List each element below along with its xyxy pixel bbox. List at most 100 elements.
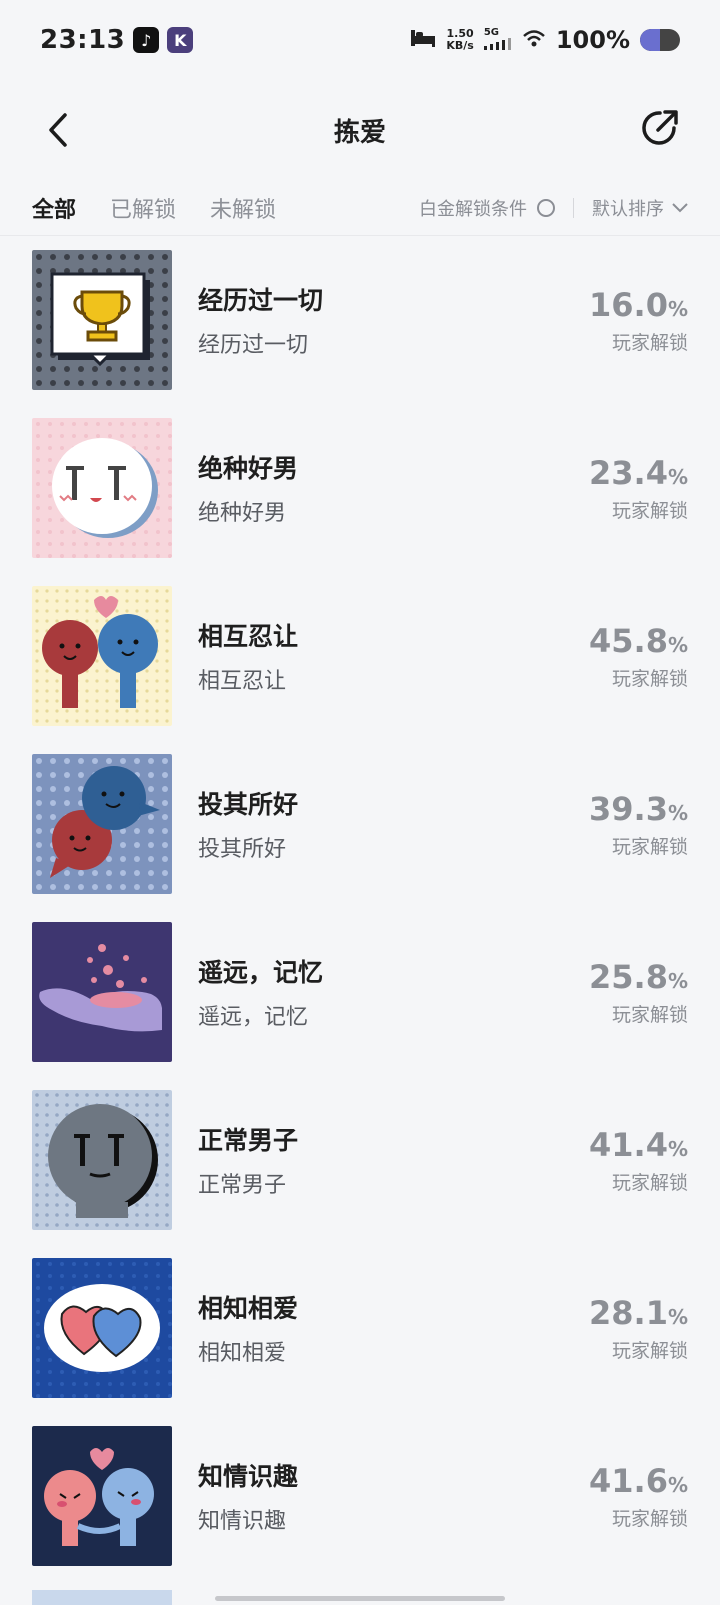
percent-value: 41.4 bbox=[589, 1125, 668, 1164]
bed-icon bbox=[410, 28, 436, 52]
unlock-label: 玩家解锁 bbox=[611, 667, 688, 690]
share-icon bbox=[642, 110, 678, 145]
item-name: 经历过一切 bbox=[198, 286, 324, 315]
percent-sign: % bbox=[667, 1472, 688, 1497]
tab-all[interactable]: 全部 bbox=[32, 192, 76, 224]
item-desc: 知情识趣 bbox=[198, 1509, 287, 1534]
page-title: 拣爱 bbox=[333, 117, 386, 148]
unlock-label: 玩家解锁 bbox=[611, 1339, 688, 1362]
wifi-icon bbox=[522, 27, 546, 53]
item-name: 正常男子 bbox=[198, 1126, 299, 1155]
unlock-percent: 41.4% bbox=[578, 1126, 688, 1164]
list-item[interactable]: 相知相爱 相知相爱 28.1% 玩家解锁 bbox=[0, 1244, 720, 1412]
filter-area: 白金解锁条件 默认排序 bbox=[419, 195, 688, 221]
list-item[interactable]: 投其所好 投其所好 39.3% 玩家解锁 bbox=[0, 740, 720, 908]
unlock-percent: 16.0% bbox=[578, 286, 688, 324]
divider bbox=[573, 197, 574, 218]
sort-dropdown[interactable]: 默认排序 bbox=[592, 195, 664, 221]
item-desc: 经历过一切 bbox=[198, 333, 309, 358]
speed-unit: KB/s bbox=[446, 39, 474, 52]
unlock-percent: 23.4% bbox=[578, 454, 688, 492]
platinum-condition-radio[interactable] bbox=[537, 198, 555, 217]
unlock-percent: 25.8% bbox=[578, 958, 688, 996]
next-item-thumbnail bbox=[32, 1590, 172, 1605]
tab-locked[interactable]: 未解锁 bbox=[210, 192, 276, 224]
list-item[interactable]: 经历过一切 经历过一切 16.0% 玩家解锁 bbox=[0, 236, 720, 404]
network-type: 5G bbox=[483, 26, 500, 38]
gray-face-icon bbox=[32, 1090, 172, 1230]
item-info: 相知相爱 相知相爱 bbox=[198, 1289, 578, 1367]
status-bar: 23:13 ♪ K 1.50 KB/s 5G 100% bbox=[0, 0, 720, 80]
filter-tabs: 全部 已解锁 未解锁 白金解锁条件 默认排序 bbox=[0, 180, 720, 236]
item-desc: 正常男子 bbox=[198, 1173, 287, 1198]
list-item[interactable]: 正常男子 正常男子 41.4% 玩家解锁 bbox=[0, 1076, 720, 1244]
chevron-down-icon[interactable] bbox=[672, 202, 688, 213]
item-stat: 28.1% 玩家解锁 bbox=[578, 1294, 688, 1363]
percent-value: 23.4 bbox=[589, 453, 668, 492]
platinum-condition-label[interactable]: 白金解锁条件 bbox=[419, 195, 527, 221]
percent-value: 45.8 bbox=[589, 621, 668, 660]
share-button[interactable] bbox=[630, 98, 690, 158]
percent-sign: % bbox=[667, 296, 688, 321]
percent-value: 39.3 bbox=[589, 789, 668, 828]
item-info: 遥远，记忆 遥远，记忆 bbox=[198, 953, 578, 1031]
hearts-icon bbox=[32, 1258, 172, 1398]
signal-5g: 5G bbox=[483, 26, 512, 53]
unlock-label: 玩家解锁 bbox=[611, 331, 688, 354]
item-desc: 投其所好 bbox=[198, 837, 287, 862]
trophy-icon bbox=[32, 250, 172, 390]
hand-icon bbox=[32, 922, 172, 1062]
list-item[interactable]: 绝种好男 绝种好男 23.4% 玩家解锁 bbox=[0, 404, 720, 572]
couple-icon bbox=[32, 586, 172, 726]
item-desc: 相互忍让 bbox=[198, 669, 287, 694]
item-stat: 45.8% 玩家解锁 bbox=[578, 622, 688, 691]
item-info: 相互忍让 相互忍让 bbox=[198, 617, 578, 695]
percent-sign: % bbox=[667, 464, 688, 489]
item-stat: 23.4% 玩家解锁 bbox=[578, 454, 688, 523]
shy-face-icon bbox=[32, 418, 172, 558]
unlock-label: 玩家解锁 bbox=[611, 1507, 688, 1530]
item-info: 投其所好 投其所好 bbox=[198, 785, 578, 863]
item-name: 绝种好男 bbox=[198, 454, 299, 483]
item-name: 投其所好 bbox=[198, 790, 299, 819]
unlock-percent: 39.3% bbox=[578, 790, 688, 828]
item-info: 绝种好男 绝种好男 bbox=[198, 449, 578, 527]
list-item[interactable]: 相互忍让 相互忍让 45.8% 玩家解锁 bbox=[0, 572, 720, 740]
k-app-icon: K bbox=[167, 27, 194, 53]
item-name: 知情识趣 bbox=[198, 1462, 299, 1491]
item-stat: 41.4% 玩家解锁 bbox=[578, 1126, 688, 1195]
list-item[interactable]: 知情识趣 知情识趣 41.6% 玩家解锁 bbox=[0, 1412, 720, 1580]
network-speed: 1.50 KB/s bbox=[446, 28, 473, 52]
unlock-percent: 45.8% bbox=[578, 622, 688, 660]
percent-sign: % bbox=[667, 1304, 688, 1329]
item-name: 遥远，记忆 bbox=[198, 958, 324, 987]
chat-bubbles-icon bbox=[32, 754, 172, 894]
item-name: 相知相爱 bbox=[198, 1294, 299, 1323]
unlock-label: 玩家解锁 bbox=[611, 1003, 688, 1026]
chevron-left-icon bbox=[49, 113, 67, 147]
item-desc: 遥远，记忆 bbox=[198, 1005, 309, 1030]
home-indicator[interactable] bbox=[215, 1596, 505, 1601]
unlock-percent: 28.1% bbox=[578, 1294, 688, 1332]
achievement-list: 经历过一切 经历过一切 16.0% 玩家解锁 绝种好男 绝种好男 23.4% 玩… bbox=[0, 236, 720, 1580]
item-desc: 相知相爱 bbox=[198, 1341, 287, 1366]
item-info: 知情识趣 知情识趣 bbox=[198, 1457, 578, 1535]
list-item[interactable]: 遥远，记忆 遥远，记忆 25.8% 玩家解锁 bbox=[0, 908, 720, 1076]
status-time: 23:13 bbox=[40, 25, 126, 55]
tab-unlocked[interactable]: 已解锁 bbox=[110, 192, 176, 224]
item-info: 正常男子 正常男子 bbox=[198, 1121, 578, 1199]
item-info: 经历过一切 经历过一切 bbox=[198, 281, 578, 359]
item-stat: 25.8% 玩家解锁 bbox=[578, 958, 688, 1027]
percent-value: 25.8 bbox=[589, 957, 668, 996]
unlock-label: 玩家解锁 bbox=[611, 1171, 688, 1194]
status-right: 1.50 KB/s 5G 100% bbox=[410, 26, 680, 54]
item-stat: 39.3% 玩家解锁 bbox=[578, 790, 688, 859]
item-desc: 绝种好男 bbox=[198, 501, 287, 526]
percent-sign: % bbox=[667, 632, 688, 657]
percent-sign: % bbox=[667, 1136, 688, 1161]
battery-percent: 100% bbox=[555, 26, 630, 54]
item-name: 相互忍让 bbox=[198, 622, 299, 651]
battery-icon bbox=[640, 29, 680, 51]
back-button[interactable] bbox=[30, 102, 86, 158]
header: 拣爱 bbox=[0, 80, 720, 180]
